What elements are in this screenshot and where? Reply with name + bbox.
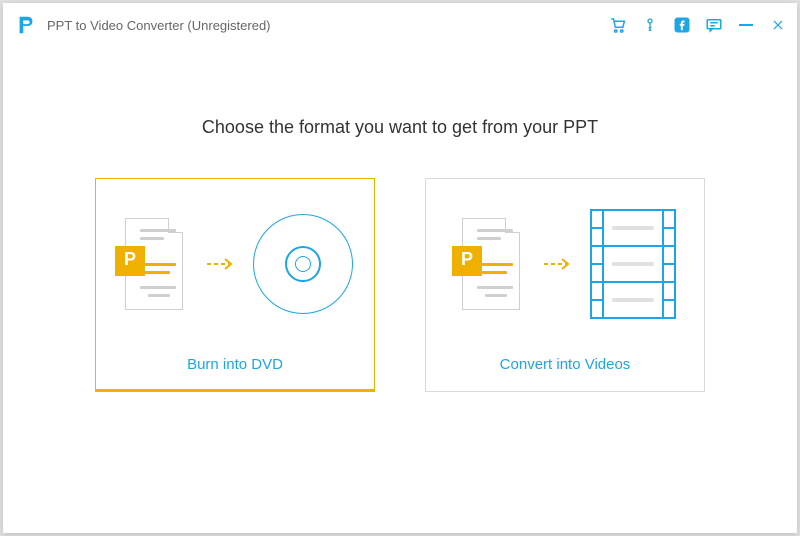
facebook-icon[interactable] bbox=[673, 16, 691, 34]
ppt-document-icon: P bbox=[117, 218, 187, 310]
minimize-icon bbox=[739, 24, 753, 26]
option-video-illustration: P bbox=[426, 179, 704, 338]
disc-icon bbox=[253, 214, 353, 314]
arrow-icon bbox=[542, 256, 572, 272]
option-dvd-label: Burn into DVD bbox=[187, 356, 283, 373]
option-convert-video[interactable]: P Convert into Videos bbox=[425, 178, 705, 392]
page-heading: Choose the format you want to get from y… bbox=[202, 117, 598, 138]
cart-icon[interactable] bbox=[609, 16, 627, 34]
main-content: Choose the format you want to get from y… bbox=[3, 47, 797, 533]
option-dvd-illustration: P bbox=[96, 179, 374, 338]
key-icon[interactable] bbox=[641, 16, 659, 34]
video-reel-icon bbox=[590, 209, 676, 319]
close-button[interactable] bbox=[769, 16, 787, 34]
feedback-icon[interactable] bbox=[705, 16, 723, 34]
ppt-document-icon: P bbox=[454, 218, 524, 310]
option-burn-dvd[interactable]: P Burn into DVD bbox=[95, 178, 375, 392]
titlebar: PPT to Video Converter (Unregistered) bbox=[3, 3, 797, 47]
app-logo-icon bbox=[15, 14, 37, 36]
format-options: P Burn into DVD bbox=[95, 178, 705, 392]
window-title: PPT to Video Converter (Unregistered) bbox=[47, 18, 271, 33]
titlebar-actions bbox=[609, 16, 787, 34]
app-window: PPT to Video Converter (Unregistered) Ch… bbox=[3, 3, 797, 533]
minimize-button[interactable] bbox=[737, 16, 755, 34]
option-video-label: Convert into Videos bbox=[500, 356, 631, 373]
arrow-icon bbox=[205, 256, 235, 272]
